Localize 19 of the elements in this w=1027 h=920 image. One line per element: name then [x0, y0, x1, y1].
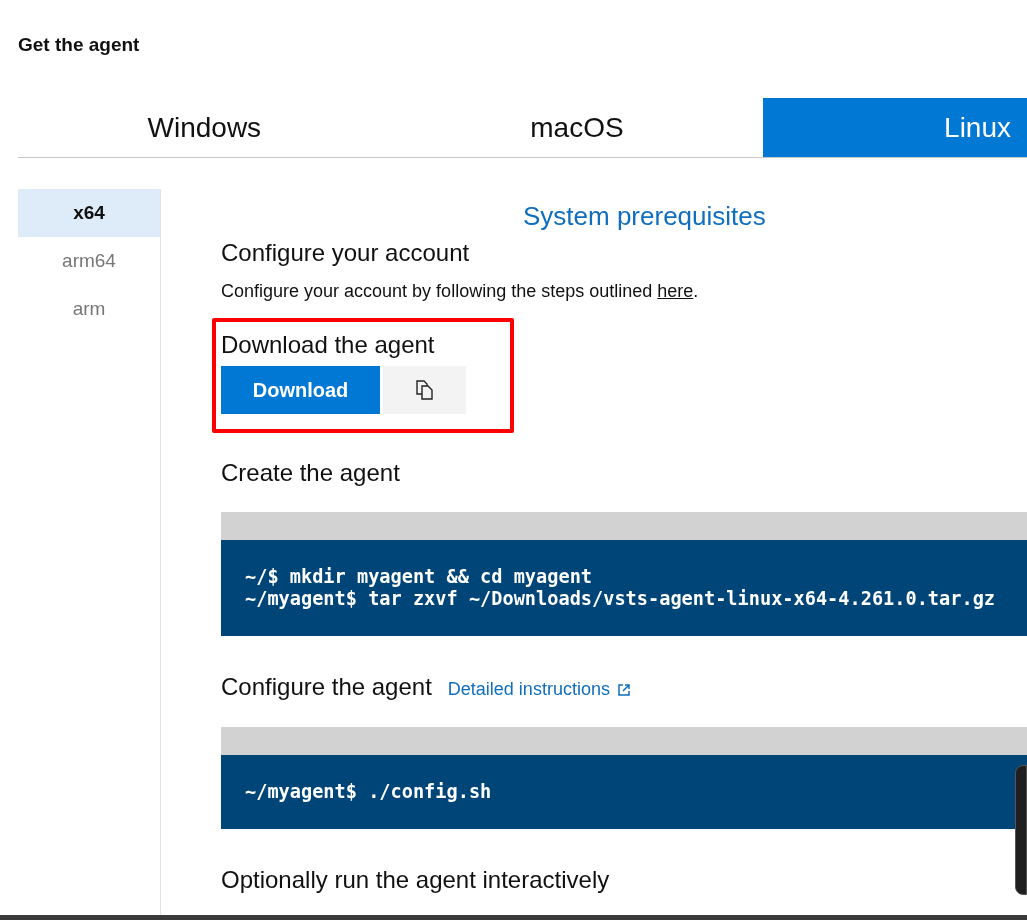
section-heading: Download the agent [221, 330, 436, 360]
here-link[interactable]: here [657, 281, 694, 301]
instructions-link[interactable]: Detailed instructions [447, 676, 630, 703]
external-link-icon [617, 683, 630, 696]
copy-button[interactable] [383, 366, 466, 414]
os-tab[interactable]: Linux [763, 98, 1027, 157]
prerequisites-link[interactable]: System prerequisites [523, 197, 766, 236]
section-heading: Optionally run the agent interactively [221, 865, 611, 895]
code-line: ~/myagent$ ./config.sh [245, 781, 493, 803]
section-heading: Create the agent [221, 458, 400, 488]
page-title: Get the agent [18, 33, 140, 57]
architecture-item[interactable]: x64 [18, 189, 160, 237]
download-button[interactable]: Download [221, 366, 380, 414]
section-text: Configure your account by following the steps outlined here. [221, 280, 700, 303]
copy-icon [414, 379, 435, 401]
code-line: ~/$ mkdir myagent && cd myagent [245, 566, 594, 588]
section-heading: Configure your account [221, 238, 471, 268]
code-line: ~/myagent$ tar zxvf ~/Downloads/vsts-agent-linux-x64-4.261.0.tar.gz [245, 588, 997, 610]
section-heading: Configure the agent [221, 672, 432, 702]
